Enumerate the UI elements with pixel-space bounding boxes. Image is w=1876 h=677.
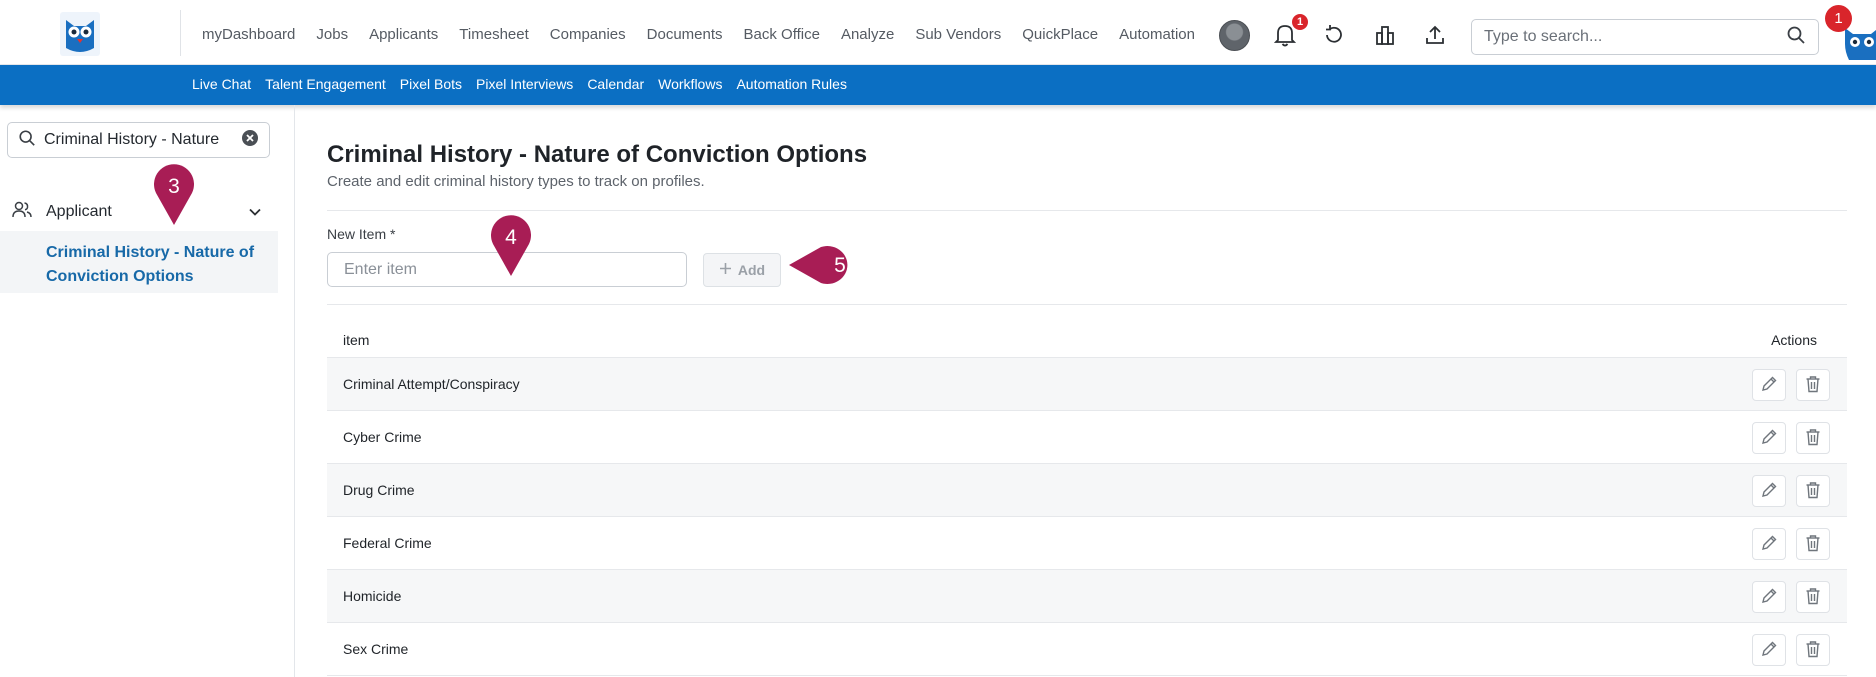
table-row: Drug Crime <box>327 464 1847 517</box>
pencil-icon <box>1760 587 1778 608</box>
annotation-marker-5-label: 5 <box>834 254 846 277</box>
main-nav: myDashboard Jobs Applicants Timesheet Co… <box>202 26 1216 43</box>
pencil-icon <box>1760 481 1778 502</box>
plus-icon <box>719 262 732 278</box>
history-icon[interactable] <box>1319 20 1349 50</box>
delete-button[interactable] <box>1796 422 1830 454</box>
user-group-icon <box>12 200 32 225</box>
trash-icon <box>1805 481 1821 502</box>
sidebar-item-criminal-history[interactable]: Criminal History - Nature of Conviction … <box>0 231 278 293</box>
new-item-label: New Item * <box>327 226 396 242</box>
row-item-text: Drug Crime <box>343 482 415 498</box>
clear-search-icon[interactable] <box>241 129 259 152</box>
top-bar: myDashboard Jobs Applicants Timesheet Co… <box>0 0 1876 65</box>
column-header-actions: Actions <box>1771 332 1817 348</box>
nav-item-companies[interactable]: Companies <box>550 26 626 43</box>
profile-badge: 1 <box>1825 5 1852 32</box>
edit-button[interactable] <box>1752 634 1786 666</box>
subnav-item-workflows[interactable]: Workflows <box>658 76 722 92</box>
nav-item-applicants[interactable]: Applicants <box>369 26 438 43</box>
sidebar-search-value[interactable]: Criminal History - Nature <box>44 131 233 149</box>
nav-item-mydashboard[interactable]: myDashboard <box>202 26 295 43</box>
subnav-item-talent-engagement[interactable]: Talent Engagement <box>265 76 386 92</box>
annotation-marker-5: 5 <box>787 244 863 286</box>
nav-item-jobs[interactable]: Jobs <box>316 26 348 43</box>
items-table: item Actions Criminal Attempt/Conspiracy… <box>327 319 1847 676</box>
subnav-item-live-chat[interactable]: Live Chat <box>192 76 251 92</box>
subnav-item-pixel-interviews[interactable]: Pixel Interviews <box>476 76 573 92</box>
nav-item-back-office[interactable]: Back Office <box>744 26 820 43</box>
row-item-text: Federal Crime <box>343 535 432 551</box>
column-header-item: item <box>343 332 370 348</box>
page-title: Criminal History - Nature of Conviction … <box>327 141 868 168</box>
annotation-marker-3: 3 <box>152 163 196 227</box>
delete-button[interactable] <box>1796 369 1830 401</box>
pencil-icon <box>1760 375 1778 396</box>
edit-button[interactable] <box>1752 369 1786 401</box>
delete-button[interactable] <box>1796 634 1830 666</box>
trash-icon <box>1805 375 1821 396</box>
table-row: Federal Crime <box>327 517 1847 570</box>
edit-button[interactable] <box>1752 422 1786 454</box>
table-row: Sex Crime <box>327 623 1847 676</box>
nav-item-quickplace[interactable]: QuickPlace <box>1022 26 1098 43</box>
nav-item-sub-vendors[interactable]: Sub Vendors <box>915 26 1001 43</box>
add-button-label: Add <box>737 262 766 278</box>
edit-button[interactable] <box>1752 581 1786 613</box>
sub-nav-bar: Live Chat Talent Engagement Pixel Bots P… <box>0 65 1876 105</box>
upload-icon[interactable] <box>1420 20 1450 50</box>
sidebar-item-label-line2: Conviction Options <box>46 268 194 285</box>
pencil-icon <box>1760 428 1778 449</box>
annotation-marker-4-label: 4 <box>505 226 517 249</box>
header-divider <box>327 210 1847 211</box>
trash-icon <box>1805 640 1821 661</box>
table-row: Cyber Crime <box>327 411 1847 464</box>
user-avatar[interactable] <box>1219 20 1250 51</box>
table-row: Homicide <box>327 570 1847 623</box>
app-logo-icon[interactable] <box>60 12 100 56</box>
table-header: item Actions <box>327 319 1847 358</box>
trash-icon <box>1805 587 1821 608</box>
edit-button[interactable] <box>1752 528 1786 560</box>
notification-badge: 1 <box>1292 14 1308 30</box>
table-body: Criminal Attempt/Conspiracy Cyber Crime Dr… <box>327 358 1847 676</box>
chevron-down-icon[interactable] <box>247 204 263 225</box>
annotation-marker-4: 4 <box>489 214 533 278</box>
nav-item-analyze[interactable]: Analyze <box>841 26 894 43</box>
row-item-text: Cyber Crime <box>343 429 422 445</box>
nav-item-documents[interactable]: Documents <box>647 26 723 43</box>
sidebar-group-applicant[interactable]: Applicant <box>12 197 272 227</box>
add-button[interactable]: Add <box>703 253 781 287</box>
subnav-item-calendar[interactable]: Calendar <box>587 76 644 92</box>
delete-button[interactable] <box>1796 528 1830 560</box>
delete-button[interactable] <box>1796 475 1830 507</box>
delete-button[interactable] <box>1796 581 1830 613</box>
sidebar-search-field[interactable]: Criminal History - Nature <box>7 122 270 158</box>
sidebar-item-label-line1: Criminal History - Nature of <box>46 244 255 261</box>
row-item-text: Homicide <box>343 588 402 604</box>
subnav-item-pixel-bots[interactable]: Pixel Bots <box>400 76 462 92</box>
global-search-field[interactable] <box>1471 19 1819 55</box>
trash-icon <box>1805 534 1821 555</box>
search-icon[interactable] <box>1786 25 1806 50</box>
trash-icon <box>1805 428 1821 449</box>
subnav-item-automation-rules[interactable]: Automation Rules <box>736 76 847 92</box>
pencil-icon <box>1760 640 1778 661</box>
edit-button[interactable] <box>1752 475 1786 507</box>
settings-sidebar: Criminal History - Nature Applicant Crim… <box>0 105 295 677</box>
search-icon <box>18 129 36 152</box>
nav-item-timesheet[interactable]: Timesheet <box>459 26 528 43</box>
row-item-text: Sex Crime <box>343 641 409 657</box>
buildings-icon[interactable] <box>1370 20 1400 50</box>
pencil-icon <box>1760 534 1778 555</box>
top-divider <box>180 10 181 56</box>
sidebar-group-label: Applicant <box>46 203 112 220</box>
page-subtitle: Create and edit criminal history types t… <box>327 173 705 190</box>
annotation-marker-3-label: 3 <box>168 175 180 198</box>
nav-item-automation[interactable]: Automation <box>1119 26 1195 43</box>
global-search-input[interactable] <box>1484 28 1786 46</box>
table-row: Criminal Attempt/Conspiracy <box>327 358 1847 411</box>
row-item-text: Criminal Attempt/Conspiracy <box>343 376 520 392</box>
form-divider <box>327 304 1847 305</box>
